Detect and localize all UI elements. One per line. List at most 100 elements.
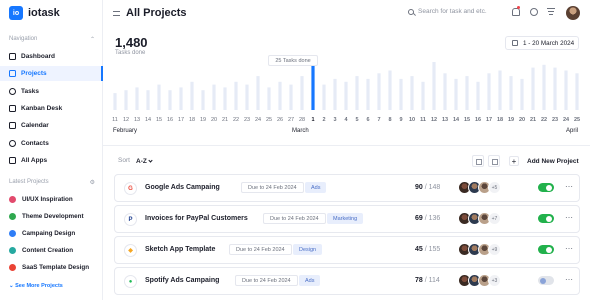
chart-bar[interactable] (212, 84, 216, 110)
sidebar-item-calendar[interactable]: Calendar (0, 118, 103, 133)
chart-bar[interactable] (179, 87, 183, 110)
project-name[interactable]: Invoices for PayPal Customers (145, 215, 248, 222)
chart-bar[interactable] (135, 87, 139, 110)
chart-bar[interactable] (146, 90, 150, 110)
list-view-icon[interactable] (472, 155, 484, 167)
project-row[interactable]: ● Spotify Ads Campaing Due to 24 Feb 2024 A… (114, 267, 580, 295)
sidebar-item-kanban-desk[interactable]: Kanban Desk (0, 101, 103, 116)
chart-bar[interactable] (355, 76, 359, 110)
search-bar[interactable]: Search for task and etc. (408, 8, 513, 15)
project-tag[interactable]: Design (293, 244, 323, 255)
project-toggle[interactable] (538, 214, 554, 223)
more-options-icon[interactable]: ⋯ (565, 182, 573, 191)
project-color-icon (9, 212, 16, 220)
chart-bar[interactable] (289, 84, 293, 110)
chart-bar[interactable] (531, 67, 535, 110)
clock-icon[interactable] (530, 8, 538, 16)
more-assignees-badge[interactable]: +7 (488, 212, 501, 225)
sidebar-project-item[interactable]: SaaS Template Design (9, 263, 89, 273)
chart-bar[interactable] (465, 76, 469, 110)
project-name[interactable]: Spotify Ads Campaing (145, 277, 219, 284)
project-tag[interactable]: Ads (299, 275, 321, 286)
sidebar-item-contacts[interactable]: Contacts (0, 136, 103, 151)
assignee-avatars[interactable]: +7 (458, 212, 501, 225)
sidebar-project-item[interactable]: Content Creation (9, 246, 73, 256)
assignee-avatars[interactable]: +3 (458, 274, 501, 287)
sidebar-item-projects[interactable]: Projects (0, 66, 103, 82)
chart-bar[interactable] (476, 81, 480, 110)
more-assignees-badge[interactable]: +5 (488, 181, 501, 194)
chart-bar[interactable] (377, 73, 381, 110)
project-row[interactable]: ◆ Sketch App Template Due to 24 Feb 2024 De… (114, 236, 580, 264)
chart-bar[interactable] (245, 84, 249, 110)
chart-bar[interactable] (300, 76, 304, 110)
chart-bar[interactable] (443, 73, 447, 110)
project-row[interactable]: P Invoices for PayPal Customers Due to 24 … (114, 205, 580, 233)
chart-bar[interactable] (113, 93, 117, 110)
sidebar-project-item[interactable]: Campaing Design (9, 228, 75, 238)
chevron-up-icon[interactable]: ⌃ (90, 36, 95, 43)
chart-bar[interactable] (157, 84, 161, 110)
menu-icon[interactable] (113, 11, 120, 16)
assignee-avatars[interactable]: +9 (458, 243, 501, 256)
chart-bar[interactable] (399, 78, 403, 110)
grid-view-icon[interactable] (488, 155, 500, 167)
chart-bar[interactable] (124, 90, 128, 110)
search-input[interactable]: Search for task and etc. (418, 8, 513, 15)
chart-bar[interactable] (256, 76, 260, 110)
add-project-button[interactable]: + Add New Project (509, 155, 579, 167)
chart-bar[interactable] (564, 70, 568, 111)
project-toggle[interactable] (538, 276, 554, 285)
chart-bar[interactable] (344, 81, 348, 110)
sidebar-item-dashboard[interactable]: Dashboard (0, 49, 103, 64)
date-range-picker[interactable]: 1 - 20 March 2024 (505, 36, 579, 50)
more-assignees-badge[interactable]: +3 (488, 274, 501, 287)
chart-bar[interactable] (223, 87, 227, 110)
chart-bar[interactable] (267, 87, 271, 110)
project-toggle[interactable] (538, 245, 554, 254)
chart-bar-highlight[interactable] (311, 64, 315, 110)
chart-bar[interactable] (487, 73, 491, 110)
more-options-icon[interactable]: ⋯ (565, 275, 573, 284)
chart-bar[interactable] (575, 73, 579, 110)
project-name[interactable]: Sketch App Template (145, 246, 215, 253)
more-options-icon[interactable]: ⋯ (565, 244, 573, 253)
chart-bar[interactable] (421, 81, 425, 110)
settings-icon[interactable]: ⚙ (90, 179, 95, 186)
sidebar-project-item[interactable]: Theme Development (9, 211, 84, 221)
chart-bar[interactable] (322, 84, 326, 110)
filter-icon[interactable] (547, 8, 555, 16)
chart-bar[interactable] (410, 76, 414, 110)
project-row[interactable]: G Google Ads Campaing Due to 24 Feb 2024 Ad… (114, 174, 580, 202)
more-assignees-badge[interactable]: +9 (488, 243, 501, 256)
see-more-projects-link[interactable]: ⌄ See More Projects (9, 283, 63, 289)
chart-bar[interactable] (454, 78, 458, 110)
project-name[interactable]: Google Ads Campaing (145, 184, 220, 191)
sort-select[interactable]: A-Z (136, 155, 158, 167)
chart-bar[interactable] (432, 62, 436, 110)
chart-bar[interactable] (553, 67, 557, 110)
project-toggle[interactable] (538, 183, 554, 192)
sidebar-item-tasks[interactable]: Tasks (0, 84, 103, 99)
assignee-avatars[interactable]: +5 (458, 181, 501, 194)
bell-icon[interactable] (512, 8, 520, 16)
chart-bar[interactable] (190, 81, 194, 110)
chart-bar[interactable] (542, 64, 546, 110)
chart-bar[interactable] (278, 81, 282, 110)
project-tag[interactable]: Marketing (327, 213, 364, 224)
sidebar-project-item[interactable]: UI/UX Inspiration (9, 194, 73, 204)
chart-bar[interactable] (333, 78, 337, 110)
chart-bar[interactable] (366, 78, 370, 110)
project-tag[interactable]: Ads (305, 182, 327, 193)
chart-bar[interactable] (234, 81, 238, 110)
chart-bar[interactable] (388, 70, 392, 111)
chart-bar[interactable] (509, 76, 513, 110)
chart-bar[interactable] (498, 70, 502, 111)
user-avatar[interactable] (566, 6, 580, 20)
chart-bar[interactable] (520, 78, 524, 110)
chart-bar[interactable] (168, 90, 172, 110)
chart-bar[interactable] (201, 90, 205, 110)
app-logo[interactable]: io iotask (9, 6, 60, 20)
sidebar-item-all-apps[interactable]: All Apps (0, 153, 103, 168)
more-options-icon[interactable]: ⋯ (565, 213, 573, 222)
